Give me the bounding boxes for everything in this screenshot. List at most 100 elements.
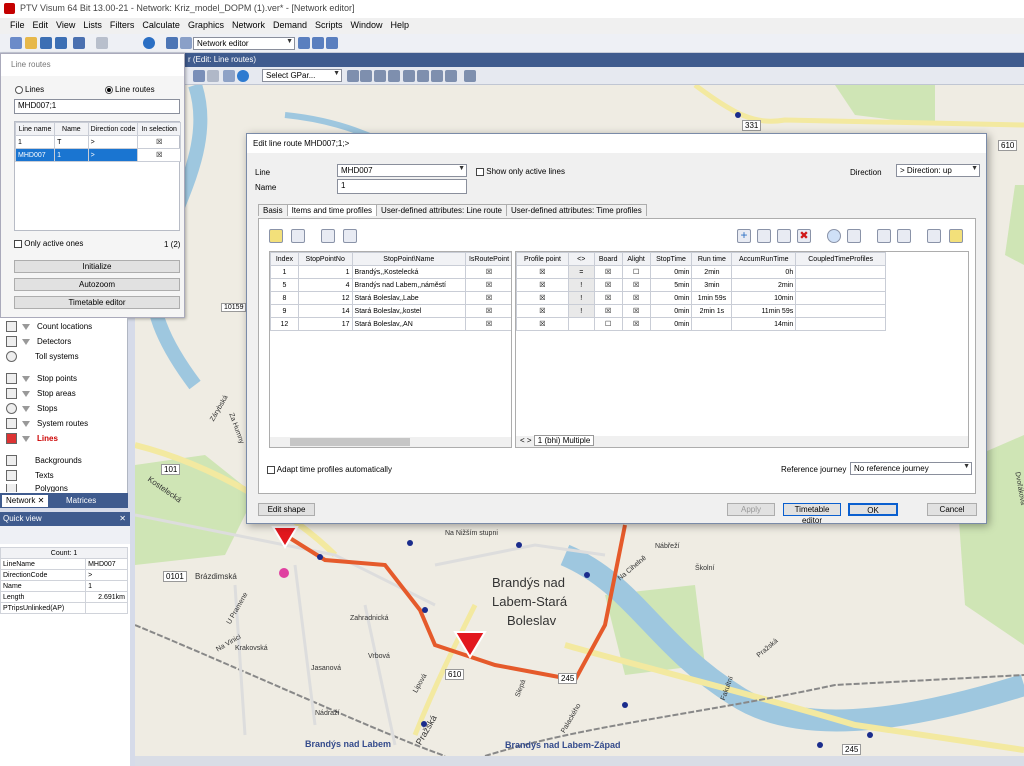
tab-uda-line-route[interactable]: User-defined attributes: Line route: [376, 204, 508, 216]
board-checkbox[interactable]: ☒: [593, 304, 623, 318]
copy-profile-icon[interactable]: [927, 229, 941, 243]
route-point-checkbox[interactable]: ☒: [465, 278, 511, 292]
layout-icon[interactable]: [180, 37, 192, 49]
menu-network[interactable]: Network: [232, 20, 265, 34]
table-row[interactable]: ☒! ☒ ☒ 0min 1min 59s 10min: [516, 291, 886, 305]
download-icon[interactable]: [166, 37, 178, 49]
time-profile-tab[interactable]: 1 (bhi) Multiple: [533, 435, 595, 446]
add-icon[interactable]: +: [737, 229, 751, 243]
table-row[interactable]: ☒! ☒ ☒ 0min 2min 1s 11min 59s: [516, 304, 886, 318]
board-checkbox[interactable]: ☒: [593, 278, 623, 292]
radio-lines[interactable]: Lines: [15, 85, 44, 94]
col-line-name[interactable]: Line name: [14, 122, 56, 136]
list-item-system-routes[interactable]: System routes: [6, 417, 88, 430]
col-coupled-time-profiles[interactable]: CoupledTimeProfiles: [795, 252, 886, 266]
menu-scripts[interactable]: Scripts: [315, 20, 343, 34]
alight-checkbox[interactable]: ☒: [621, 291, 651, 305]
menu-lists[interactable]: Lists: [83, 20, 102, 34]
radio-lines-dot[interactable]: [15, 85, 23, 94]
edit-icon[interactable]: [777, 229, 791, 243]
direction-combo[interactable]: > Direction: up ▼: [896, 164, 980, 177]
compare-button[interactable]: =: [567, 265, 595, 279]
zoom-profile-icon[interactable]: [949, 229, 963, 243]
compare-button[interactable]: !: [567, 278, 595, 292]
tab-uda-time-profiles[interactable]: User-defined attributes: Time profiles: [506, 204, 647, 216]
alight-checkbox[interactable]: ☒: [621, 304, 651, 318]
alight-checkbox[interactable]: ☒: [621, 278, 651, 292]
close-icon[interactable]: ✕: [119, 514, 126, 523]
undo-icon[interactable]: [73, 37, 85, 49]
name-input[interactable]: 1: [337, 179, 467, 194]
list-item-stop-areas[interactable]: Stop areas: [6, 387, 76, 400]
compare-button[interactable]: !: [567, 291, 595, 305]
profile-point-checkbox[interactable]: ☒: [516, 278, 569, 292]
cell-coupled[interactable]: [795, 265, 886, 279]
cell-runtime[interactable]: 2min: [691, 265, 733, 279]
tab-network[interactable]: Network ✕: [2, 495, 49, 507]
table-row[interactable]: DirectionCode >: [0, 569, 128, 581]
cell-stoptime[interactable]: 0min: [649, 291, 693, 305]
table-row[interactable]: Name 1: [0, 580, 128, 592]
list-item-polygons[interactable]: Polygons: [6, 484, 68, 492]
autozoom-button[interactable]: Autozoom: [14, 278, 180, 291]
filter-icon[interactable]: [22, 338, 30, 345]
cell-runtime[interactable]: 3min: [691, 278, 733, 292]
reference-journey-combo[interactable]: No reference journey ▼: [850, 462, 972, 475]
mode-combo[interactable]: Network editor ▼: [193, 37, 295, 50]
menu-view[interactable]: View: [56, 20, 75, 34]
table-row[interactable]: 1 1 Brandýs,,Kostelecká ☒: [270, 265, 511, 279]
save-icon[interactable]: [40, 37, 52, 49]
menu-help[interactable]: Help: [391, 20, 410, 34]
insert-icon[interactable]: [757, 229, 771, 243]
pan-icon[interactable]: [417, 70, 429, 82]
board-checkbox[interactable]: ☒: [593, 265, 623, 279]
refresh-icon[interactable]: [431, 70, 443, 82]
apply-button[interactable]: Apply: [727, 503, 775, 516]
tab-items-time-profiles[interactable]: Items and time profiles: [286, 204, 378, 216]
list-item-toll-systems[interactable]: Toll systems: [6, 350, 79, 363]
filter-icon[interactable]: [22, 323, 30, 330]
new-icon[interactable]: [10, 37, 22, 49]
export-icon[interactable]: [223, 70, 235, 82]
table-row[interactable]: ☒ = ☒ ☐ 0min 2min 0h: [516, 265, 886, 279]
compare-button[interactable]: !: [567, 304, 595, 318]
col-name[interactable]: Name: [54, 122, 89, 136]
back-icon[interactable]: [374, 70, 386, 82]
list-item-count-locations[interactable]: Count locations: [6, 320, 92, 333]
col-board[interactable]: Board: [593, 252, 623, 266]
forward-icon[interactable]: [388, 70, 400, 82]
tab-basis[interactable]: Basis: [258, 204, 288, 216]
menu-edit[interactable]: Edit: [33, 20, 49, 34]
radio-line-routes-dot[interactable]: [105, 85, 113, 94]
scrollbar-thumb[interactable]: [290, 438, 410, 446]
zoom-icon[interactable]: [360, 70, 372, 82]
window-layout-icon[interactable]: [298, 37, 310, 49]
col-is-route-point[interactable]: IsRoutePoint: [465, 252, 511, 266]
col-accum-runtime[interactable]: AccumRunTime: [731, 252, 797, 266]
table-row[interactable]: 12 17 Stará Boleslav,,AN ☒: [270, 317, 511, 331]
cell-accum-runtime[interactable]: 11min 59s: [731, 304, 797, 318]
menu-filters[interactable]: Filters: [110, 20, 135, 34]
table-row[interactable]: 1 T > ☒: [14, 135, 181, 149]
filter-icon[interactable]: [22, 375, 30, 382]
select-icon[interactable]: [193, 70, 205, 82]
clock-icon[interactable]: [827, 229, 841, 243]
delete-icon[interactable]: ✖: [797, 229, 811, 243]
left-grid-scrollbar[interactable]: [270, 437, 511, 447]
unlink-icon[interactable]: [897, 229, 911, 243]
cell-stoptime[interactable]: 0min: [649, 304, 693, 318]
menu-file[interactable]: File: [10, 20, 25, 34]
route-point-checkbox[interactable]: ☒: [465, 265, 511, 279]
board-checkbox[interactable]: ☐: [593, 317, 623, 331]
tab-matrices[interactable]: Matrices: [66, 496, 96, 505]
route-point-checkbox[interactable]: ☒: [465, 317, 511, 331]
alight-checkbox[interactable]: ☒: [621, 317, 651, 331]
show-active-box[interactable]: [476, 167, 484, 176]
timetable-editor-button[interactable]: Timetable editor: [14, 296, 180, 309]
radio-line-routes[interactable]: Line routes: [105, 85, 155, 94]
in-selection-checkbox[interactable]: ☒: [137, 148, 181, 162]
table-row[interactable]: ☒ ☐ ☒ 0min 14min: [516, 317, 886, 331]
globe-icon[interactable]: [237, 70, 249, 82]
compare-button[interactable]: [567, 317, 595, 331]
zoom-to-icon[interactable]: [343, 229, 357, 243]
